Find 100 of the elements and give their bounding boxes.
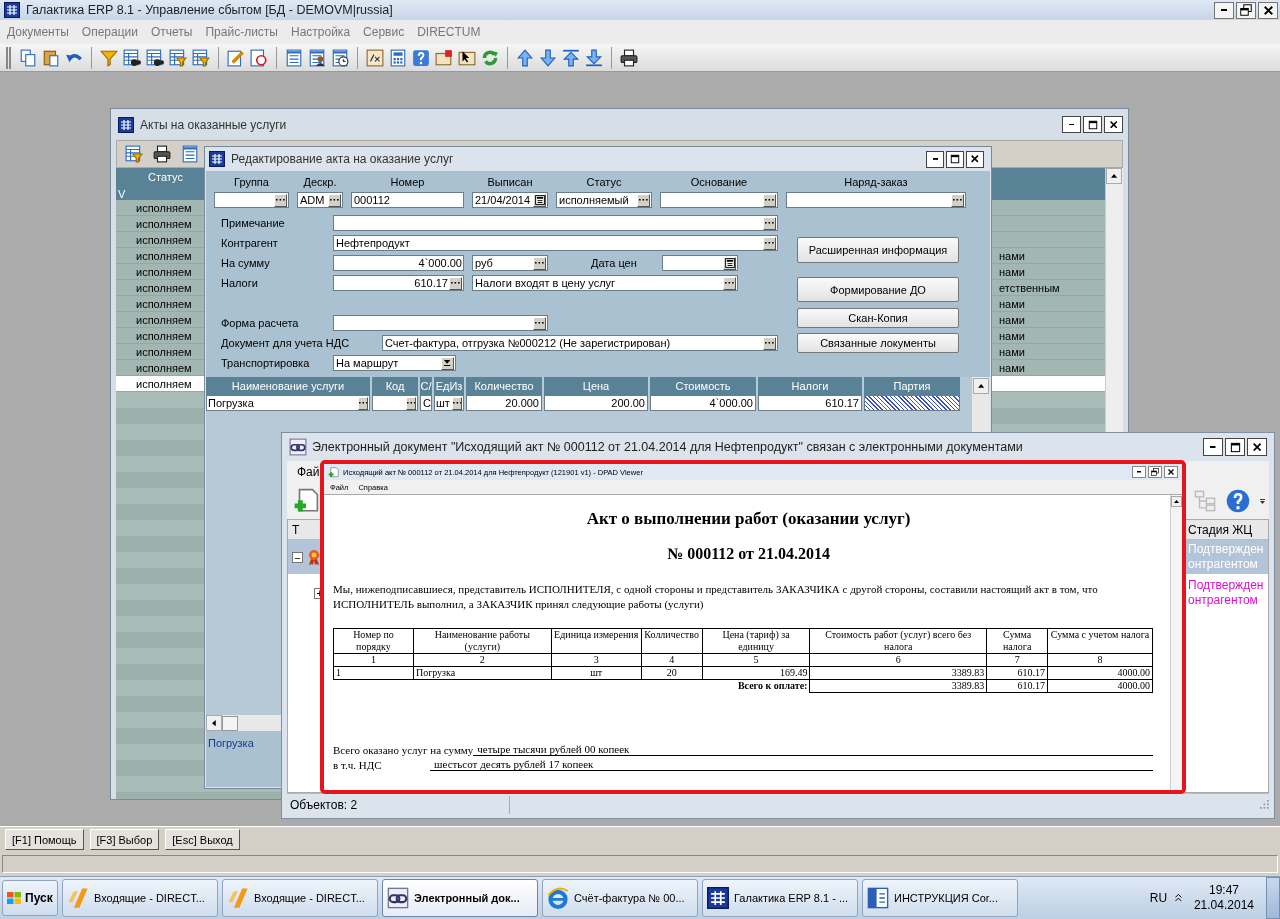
table-binoculars-icon[interactable] <box>146 48 164 67</box>
menu-item[interactable]: Настройка <box>291 25 351 39</box>
up-arrow-icon[interactable] <box>516 48 534 67</box>
resize-grip-icon[interactable] <box>1260 800 1269 809</box>
browse-button[interactable] <box>358 396 368 410</box>
browse-button[interactable] <box>328 193 341 207</box>
lookup-field[interactable]: руб <box>472 255 548 271</box>
scroll-up-button[interactable] <box>1171 496 1182 507</box>
minimize-button[interactable] <box>1132 466 1146 478</box>
table-icon[interactable] <box>181 145 199 163</box>
scroll-up-button[interactable] <box>973 378 989 394</box>
taskbar-button[interactable]: Галактика ERP 8.1 - ... <box>702 879 858 917</box>
taskbar-button[interactable]: Электронный док... <box>382 879 538 917</box>
dropdown-button[interactable] <box>441 356 454 370</box>
close-button[interactable] <box>1104 116 1123 133</box>
close-button[interactable] <box>966 150 984 168</box>
printer-icon[interactable] <box>620 48 638 67</box>
calendar-button[interactable] <box>533 193 546 207</box>
menu-item[interactable]: Сервис <box>363 25 405 39</box>
lookup-field[interactable] <box>372 395 418 411</box>
lookup-field[interactable] <box>214 192 289 208</box>
copy-icon[interactable] <box>19 48 37 67</box>
table-filter-icon[interactable] <box>192 48 210 67</box>
action-button[interactable]: Формирование ДО <box>797 277 959 302</box>
menu-item[interactable]: Отчеты <box>151 25 193 39</box>
filter-icon[interactable] <box>100 48 118 67</box>
help-icon[interactable] <box>1226 489 1250 513</box>
minimize-button[interactable] <box>1214 1 1234 19</box>
lookup-field[interactable] <box>333 215 778 231</box>
lookup-field[interactable] <box>660 192 778 208</box>
expander-button[interactable]: – <box>292 551 303 563</box>
menu-item[interactable]: Операции <box>81 25 138 39</box>
minimize-button[interactable] <box>1203 438 1223 456</box>
minimize-button[interactable] <box>926 150 944 168</box>
function-key-button[interactable]: [F1] Помощь <box>5 829 84 850</box>
browse-button[interactable] <box>763 336 776 350</box>
browse-button[interactable] <box>533 316 546 330</box>
refresh-icon[interactable] <box>481 48 499 67</box>
browse-button[interactable] <box>951 193 964 207</box>
person-list-icon[interactable] <box>308 48 326 67</box>
scroll-left-button[interactable] <box>206 715 222 731</box>
close-button[interactable] <box>1164 466 1178 478</box>
close-button[interactable] <box>1258 1 1278 19</box>
calendar-button[interactable] <box>723 256 736 270</box>
calculator-icon[interactable] <box>389 48 407 67</box>
dropdown-arrow-icon[interactable] <box>1260 498 1265 504</box>
formula-icon[interactable] <box>366 48 384 67</box>
maximize-button[interactable] <box>1083 116 1102 133</box>
paste-icon[interactable] <box>42 48 60 67</box>
browse-button[interactable] <box>533 256 546 270</box>
lookup-field[interactable]: Налоги входят в цену услуг <box>472 275 738 291</box>
lookup-field[interactable]: исполняемый <box>556 192 652 208</box>
clock-list-icon[interactable] <box>331 48 349 67</box>
text-field[interactable]: 4`000.00 <box>333 255 464 271</box>
text-field[interactable]: 000112 <box>351 192 464 208</box>
printer-icon[interactable] <box>153 145 171 163</box>
action-button[interactable]: Скан-Копия <box>797 308 959 328</box>
up-arrow-bar-icon[interactable] <box>562 48 580 67</box>
table-filter-icon[interactable] <box>169 48 187 67</box>
dropdown-field[interactable]: На маршрут <box>333 355 456 371</box>
list-icon[interactable] <box>285 48 303 67</box>
browse-button[interactable] <box>763 193 776 207</box>
start-button[interactable]: Пуск <box>2 880 58 916</box>
down-arrow-bar-icon[interactable] <box>585 48 603 67</box>
maximize-button[interactable] <box>1225 438 1245 456</box>
browse-button[interactable] <box>723 276 736 290</box>
help-icon[interactable] <box>412 48 430 67</box>
browse-button[interactable] <box>449 276 462 290</box>
taskbar-button[interactable]: ИНСТРУКЦИЯ Cor... <box>862 879 1018 917</box>
date-field[interactable] <box>662 255 738 271</box>
table-filter-icon[interactable] <box>125 145 143 163</box>
browse-button[interactable] <box>763 216 776 230</box>
menu-item[interactable]: DIRECTUM <box>417 25 481 39</box>
lookup-field[interactable] <box>333 315 548 331</box>
browse-button[interactable] <box>763 236 776 250</box>
lookup-field[interactable]: Нефтепродукт <box>333 235 778 251</box>
taskbar-button[interactable]: Входящие - DIRECT... <box>222 879 378 917</box>
add-document-icon[interactable] <box>293 488 319 514</box>
function-key-button[interactable]: [Esc] Выход <box>165 829 240 850</box>
menu-item[interactable]: Фай <box>297 465 320 479</box>
restore-button[interactable] <box>1236 1 1256 19</box>
function-key-button[interactable]: [F3] Выбор <box>89 829 160 850</box>
document-search-icon[interactable] <box>250 48 268 67</box>
date-field[interactable]: 21/04/2014 <box>472 192 548 208</box>
language-indicator[interactable]: RU <box>1149 891 1168 905</box>
browse-button[interactable] <box>406 396 416 410</box>
lookup-field[interactable]: Счет-фактура, отгрузка №000212 (Не зарегистрирован) <box>382 335 778 351</box>
lookup-field[interactable]: шт <box>434 395 464 411</box>
minimize-button[interactable] <box>1062 116 1081 133</box>
scroll-up-button[interactable] <box>1106 168 1122 184</box>
browse-button[interactable] <box>274 193 287 207</box>
chevron-icon[interactable] <box>1175 894 1182 902</box>
pencil-document-icon[interactable] <box>227 48 245 67</box>
taskbar-button[interactable]: Счёт-фактура № 00... <box>542 879 698 917</box>
browse-button[interactable] <box>452 396 462 410</box>
scroll-thumb[interactable] <box>222 715 238 731</box>
toolbar-grip[interactable] <box>6 46 11 69</box>
lookup-field[interactable]: ADM <box>297 192 343 208</box>
down-arrow-icon[interactable] <box>539 48 557 67</box>
restore-button[interactable] <box>1148 466 1162 478</box>
